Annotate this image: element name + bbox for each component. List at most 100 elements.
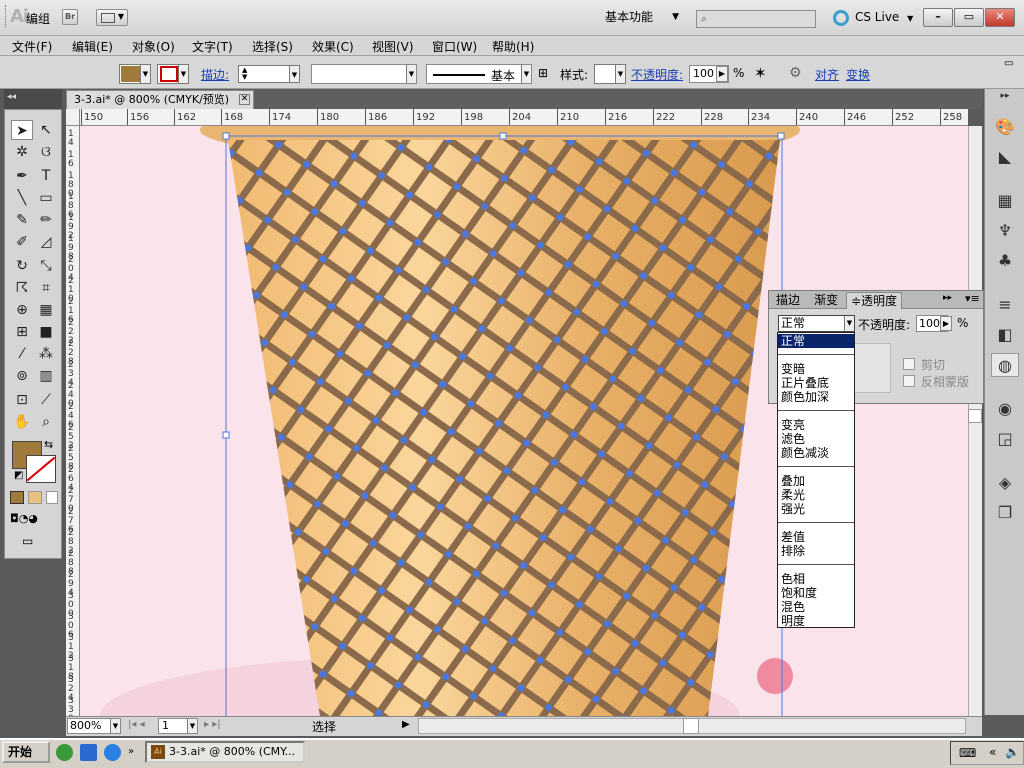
restore-button[interactable]: ▭ [954,8,984,27]
artboards-panel-icon[interactable]: ❐ [991,501,1019,525]
blend-option-exclusion[interactable]: 排除 [778,544,854,558]
eyedropper-tool-icon[interactable]: ⁄ [11,344,33,364]
blend-option-color-burn[interactable]: 颜色加深 [778,390,854,404]
type-tool-icon[interactable]: T [35,166,57,186]
tab-transparency[interactable]: ≑透明度 [846,292,903,309]
symbols-panel-icon[interactable]: ♣ [991,249,1019,273]
variable-width-profile[interactable]: ▼ [311,64,417,84]
rotate-tool-icon[interactable]: ↻ [11,256,33,276]
brushes-panel-icon[interactable]: ♆ [991,219,1019,243]
stroke-panel-link[interactable]: 描边: [201,66,229,83]
bounding-box-handle[interactable] [777,132,785,140]
tab-gradient[interactable]: 渐变 [810,292,842,309]
default-fill-stroke-icon[interactable]: ◩ [14,470,23,481]
menu-file[interactable]: 文件(F) [12,38,52,55]
blend-option-difference[interactable]: 差值 [778,530,854,544]
shape-builder-tool-icon[interactable]: ⊕ [11,300,33,320]
blend-option-screen[interactable]: 滤色 [778,432,854,446]
color-panel-icon[interactable]: 🎨 [991,115,1019,139]
menu-select[interactable]: 选择(S) [252,38,293,55]
zoom-tool-icon[interactable]: ⌕ [35,412,57,432]
pen-tool-icon[interactable]: ✒ [11,166,33,186]
symbol-sprayer-tool-icon[interactable]: ⊚ [11,366,33,386]
color-guide-icon[interactable]: ◣ [991,145,1019,169]
stroke-color-dropdown[interactable]: ▼ [157,64,189,84]
line-segment-tool-icon[interactable]: ╲ [11,188,33,208]
transparency-panel-icon[interactable]: ◍ [991,353,1019,377]
start-button[interactable]: 开始 [2,741,50,763]
artboard-nav-next-last-icon[interactable]: ▸ ▸| [204,719,221,730]
menu-view[interactable]: 视图(V) [372,38,414,55]
blend-option-multiply[interactable]: 正片叠底 [778,376,854,390]
magic-wand-tool-icon[interactable]: ✲ [11,142,33,162]
menu-effect[interactable]: 效果(C) [312,38,354,55]
blend-option-color[interactable]: 混色 [778,600,854,614]
direct-selection-tool-icon[interactable]: ↖ [35,120,57,140]
mesh-tool-icon[interactable]: ⊞ [11,322,33,342]
keyboard-icon[interactable]: ⌨ [959,746,976,760]
taskbar-illustrator-item[interactable]: Ai 3-3.ai* @ 800% (CMY... [145,741,305,763]
quicklaunch-browser-icon[interactable] [104,744,121,761]
blend-mode-select[interactable]: 正常 ▼ [778,315,855,332]
menu-type[interactable]: 文字(T) [192,38,233,55]
bounding-box-handle[interactable] [222,132,230,140]
arrange-documents-button[interactable]: ▼ [96,9,128,26]
pencil-tool-icon[interactable]: ✏ [35,210,57,230]
vertical-ruler[interactable]: 14 16 180 186 192 198 204 210 216 222 228 234 240 246… [66,126,80,716]
search-input[interactable]: ⌕ [696,10,816,28]
close-icon[interactable]: ✕ [239,94,250,105]
stroke-panel-icon[interactable]: ≡ [991,293,1019,317]
workspace-switcher[interactable]: 基本功能 ▼ [605,7,685,27]
zoom-level-field[interactable]: 800% ▼ [67,718,121,734]
vertical-scroll-thumb[interactable] [968,409,982,423]
transform-panel-link[interactable]: 变换 [846,66,870,83]
horizontal-scroll-thumb[interactable] [683,718,699,734]
menu-edit[interactable]: 编辑(E) [72,38,113,55]
layers-panel-icon[interactable]: ◈ [991,471,1019,495]
control-bar-grip[interactable] [5,5,8,27]
clip-checkbox[interactable]: 剪切 [903,356,945,373]
quicklaunch-media-icon[interactable] [56,744,73,761]
opacity-slider-arrow-icon[interactable]: ▶ [940,316,952,331]
cs-live-menu[interactable]: CS Live ▼ [833,8,913,28]
recolor-artwork-icon[interactable]: ✶ [754,64,767,82]
blend-option-soft-light[interactable]: 柔光 [778,488,854,502]
bounding-box-handle[interactable] [499,132,507,140]
blend-option-lighten[interactable]: 变亮 [778,418,854,432]
volume-icon[interactable]: 🔈 [1005,745,1020,759]
blend-option-overlay[interactable]: 叠加 [778,474,854,488]
bounding-box-handle[interactable] [222,431,230,439]
graphic-styles-icon[interactable]: ◲ [991,427,1019,451]
artboard-nav-first-prev-icon[interactable]: |◂ ◂ [128,719,145,730]
blend-option-hue[interactable]: 色相 [778,572,854,586]
brush-definition-dropdown[interactable]: 基本 ▼ [426,64,532,84]
gradient-panel-icon[interactable]: ◧ [991,323,1019,347]
opacity-slider-arrow-icon[interactable]: ▶ [716,66,728,82]
minimize-button[interactable]: – [923,8,953,27]
expand-dock-icon[interactable]: ▸▸ [991,89,1019,103]
warp-tool-icon[interactable]: ☈ [11,278,33,298]
document-tab[interactable]: 3-3.ai* @ 800% (CMYK/预览) ✕ [66,90,254,109]
blend-option-color-dodge[interactable]: 颜色减淡 [778,446,854,460]
swatches-panel-icon[interactable]: ▦ [991,189,1019,213]
panel-menu-icon[interactable]: ▾≡ [965,292,980,305]
blend-option-hard-light[interactable]: 强光 [778,502,854,516]
tab-stroke[interactable]: 描边 [772,292,804,309]
blob-brush-tool-icon[interactable]: ✐ [11,232,33,252]
paintbrush-tool-icon[interactable]: ✎ [11,210,33,230]
drawing-modes-icon[interactable]: ◘◔◕ [10,512,38,525]
stroke-color-box[interactable] [26,455,56,483]
artboard-tool-icon[interactable]: ⊡ [11,390,33,410]
status-menu-arrow-icon[interactable]: ▶ [402,719,410,730]
tools-panel-header[interactable]: ◂◂ [4,89,62,109]
bridge-button[interactable]: Br [62,9,78,25]
none-mode-icon[interactable] [46,491,58,504]
swap-fill-stroke-icon[interactable]: ⇆ [44,438,53,451]
gradient-mode-icon[interactable] [28,491,42,504]
blend-option-darken[interactable]: 变暗 [778,362,854,376]
quicklaunch-more-icon[interactable]: » [128,746,134,757]
slice-tool-icon[interactable]: ⟋ [35,390,57,410]
ruler-origin[interactable] [66,109,80,126]
graphic-style-dropdown[interactable]: ▼ [594,64,626,84]
appearance-panel-icon[interactable]: ◉ [991,397,1019,421]
